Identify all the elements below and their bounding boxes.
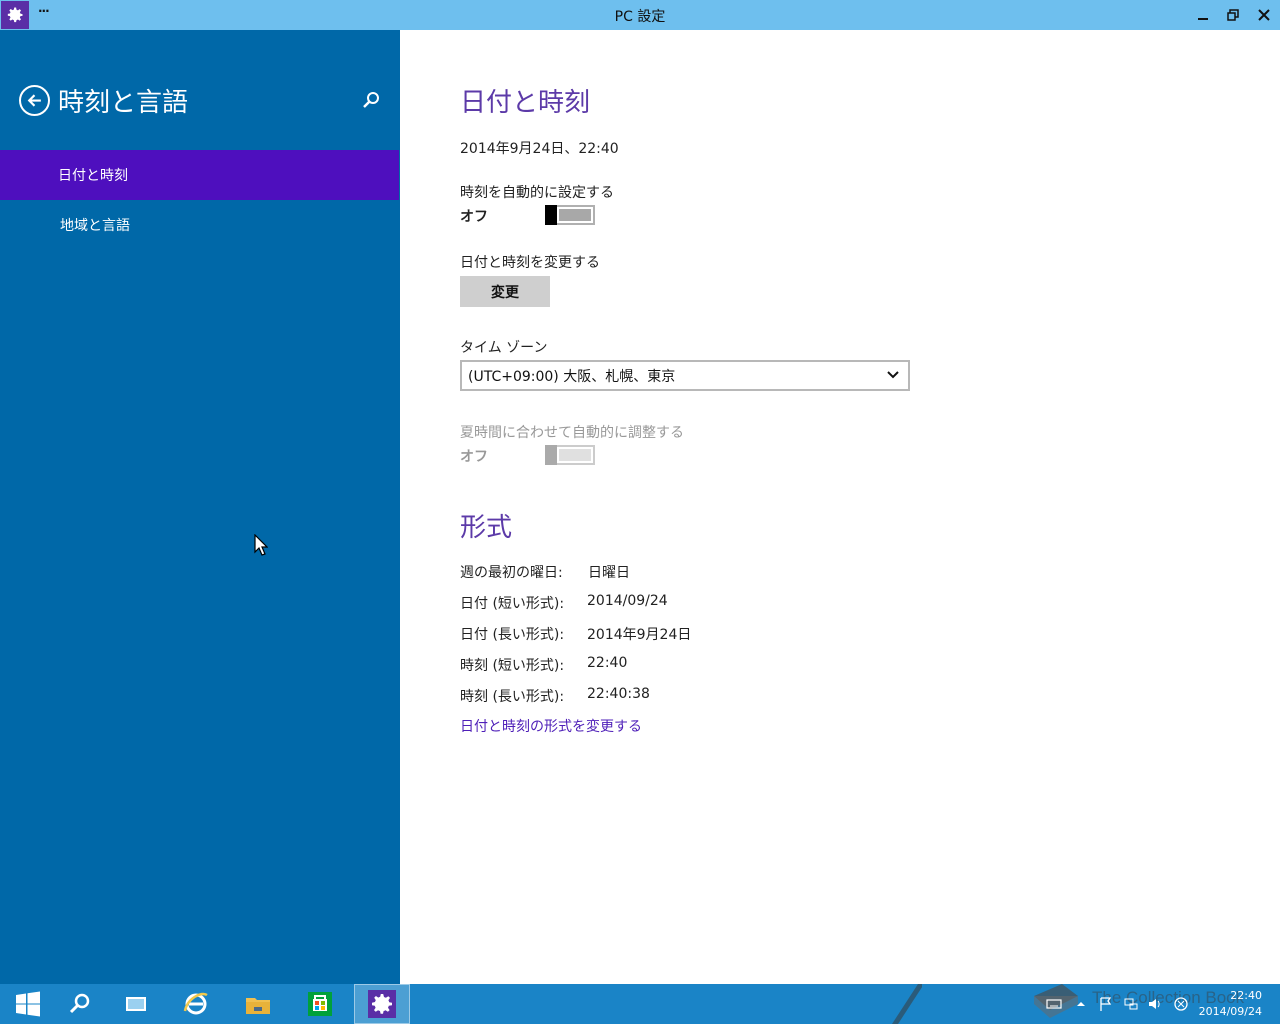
title-bar: ··· PC 設定	[0, 0, 1280, 30]
dst-label: 夏時間に合わせて自動的に調整する	[460, 425, 684, 441]
windows-start-icon[interactable]	[0, 984, 56, 1024]
task-view-icon[interactable]	[108, 984, 164, 1024]
internet-explorer-icon[interactable]	[168, 984, 224, 1024]
format-value: 22:40	[587, 655, 628, 671]
toggle-knob	[545, 205, 557, 225]
back-arrow-icon[interactable]	[19, 85, 50, 116]
format-value: 2014年9月24日	[587, 627, 692, 643]
auto-set-time-label: 時刻を自動的に設定する	[460, 185, 614, 201]
wallpaper-stripe	[892, 984, 922, 1024]
format-label: 時刻 (長い形式):	[460, 689, 565, 705]
toggle-track	[559, 449, 591, 461]
format-label: 時刻 (短い形式):	[460, 658, 565, 674]
flag-icon[interactable]	[1098, 996, 1114, 1012]
format-value: 22:40:38	[587, 686, 650, 702]
chevron-up-icon[interactable]	[1073, 996, 1089, 1012]
format-label: 日付 (短い形式):	[460, 596, 565, 612]
timezone-value: (UTC+09:00) 大阪、札幌、東京	[468, 368, 676, 385]
toggle-knob	[545, 445, 557, 465]
timezone-label: タイム ゾーン	[460, 340, 548, 356]
settings-gear-icon[interactable]	[354, 984, 410, 1024]
restore-icon[interactable]	[1218, 0, 1248, 30]
sidebar-title: 時刻と言語	[58, 88, 189, 118]
store-icon[interactable]	[292, 984, 348, 1024]
format-value: 2014/09/24	[587, 593, 668, 609]
auto-set-time-toggle[interactable]	[545, 205, 595, 225]
format-label: 週の最初の曜日:	[460, 565, 563, 581]
dst-state: オフ	[460, 449, 488, 465]
timezone-select[interactable]: (UTC+09:00) 大阪、札幌、東京	[460, 360, 910, 391]
main-content: 日付と時刻 2014年9月24日、22:40 時刻を自動的に設定する オフ 日付…	[400, 30, 1280, 984]
current-date-time: 2014年9月24日、22:40	[460, 141, 619, 157]
search-icon[interactable]	[52, 984, 108, 1024]
taskbar-clock[interactable]: 22:40 2014/09/24	[1199, 988, 1262, 1020]
clock-date: 2014/09/24	[1198, 1005, 1262, 1018]
action-center-icon[interactable]	[1173, 996, 1189, 1012]
taskbar: The Collection Book 22:40 2014/09/24	[0, 984, 1280, 1024]
change-button[interactable]: 変更	[460, 276, 550, 307]
chevron-down-icon	[887, 371, 899, 379]
window-title: PC 設定	[614, 9, 666, 25]
keyboard-icon[interactable]	[1046, 996, 1062, 1012]
change-format-link[interactable]: 日付と時刻の形式を変更する	[460, 716, 642, 736]
close-icon[interactable]	[1249, 0, 1279, 30]
sidebar-item-date-time[interactable]: 日付と時刻	[0, 150, 399, 200]
auto-set-time-state: オフ	[460, 209, 488, 225]
sidebar: 時刻と言語 日付と時刻 地域と言語	[0, 30, 400, 984]
minimize-icon[interactable]	[1188, 0, 1218, 30]
section-heading-format: 形式	[460, 513, 513, 543]
file-explorer-icon[interactable]	[230, 984, 286, 1024]
change-date-time-label: 日付と時刻を変更する	[460, 255, 600, 271]
dst-toggle[interactable]	[545, 445, 595, 465]
format-label: 日付 (長い形式):	[460, 627, 565, 643]
clock-time: 22:40	[1230, 989, 1262, 1002]
search-icon[interactable]	[361, 90, 381, 110]
network-icon[interactable]	[1123, 996, 1139, 1012]
mouse-cursor-icon	[254, 534, 268, 556]
sidebar-item-region-language[interactable]: 地域と言語	[0, 200, 399, 250]
format-value: 日曜日	[588, 565, 630, 581]
section-heading-date-time: 日付と時刻	[460, 88, 591, 118]
volume-icon[interactable]	[1147, 996, 1163, 1012]
toggle-track	[559, 209, 591, 221]
